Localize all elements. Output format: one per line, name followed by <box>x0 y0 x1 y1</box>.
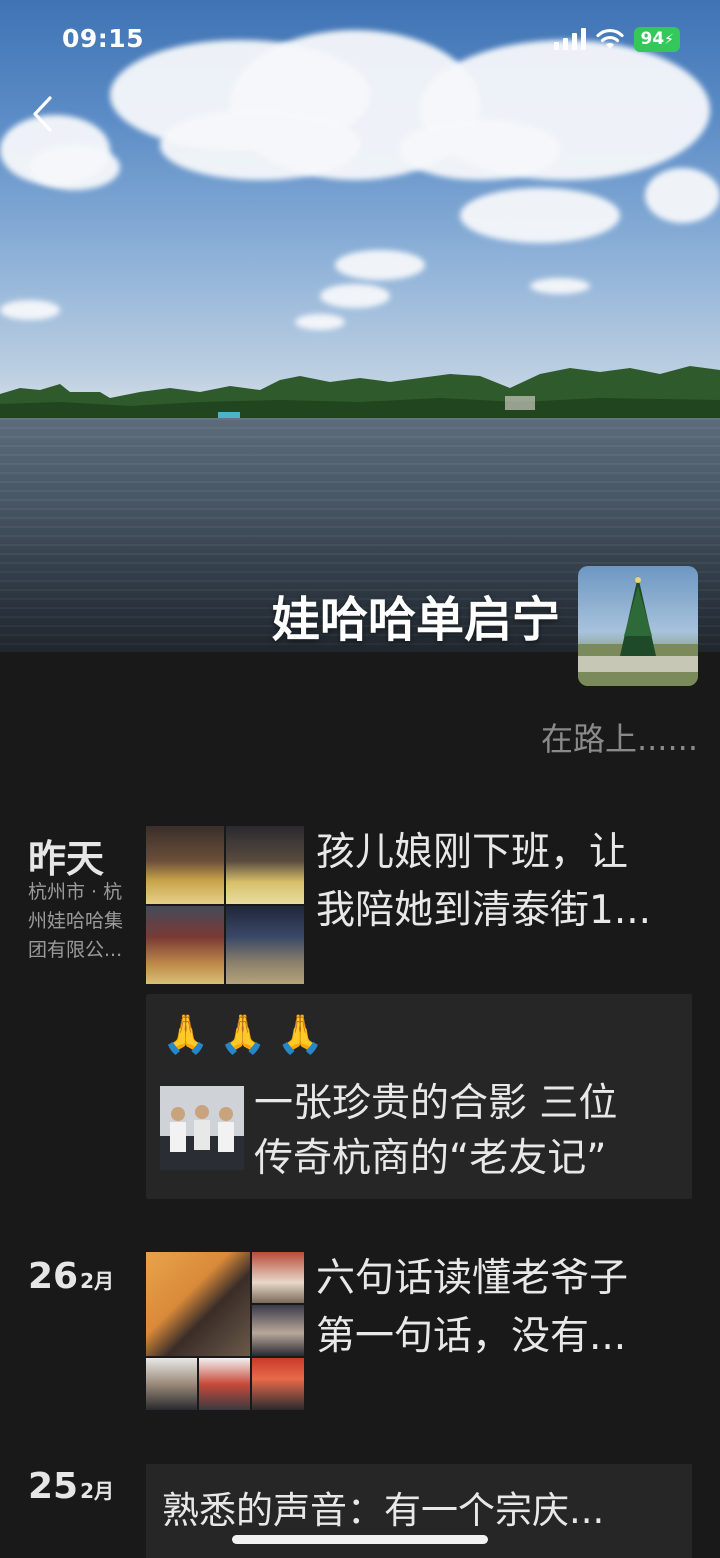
status-icons: 94⚡ <box>554 25 680 53</box>
signal-icon <box>554 28 587 50</box>
status-time: 09:15 <box>62 24 145 53</box>
post-image[interactable] <box>146 906 224 984</box>
post-image[interactable] <box>226 826 304 904</box>
battery-icon: 94⚡ <box>634 26 680 52</box>
post-image[interactable] <box>146 1252 250 1356</box>
post-image[interactable] <box>146 1358 197 1410</box>
treeline <box>0 366 720 424</box>
post-date: 26 2月 <box>28 1256 115 1297</box>
home-indicator[interactable] <box>232 1535 488 1544</box>
post-image-grid[interactable] <box>146 1252 304 1410</box>
moments-page: 09:15 94⚡ 娃哈哈单启宁 在路上...... 昨天 杭州市 · 杭州娃哈… <box>0 0 720 1558</box>
back-chevron-icon <box>33 96 52 132</box>
post-image[interactable] <box>226 906 304 984</box>
post-text[interactable]: 孩儿娘刚下班，让 我陪她到清泰街1... <box>316 824 692 940</box>
post-image[interactable] <box>252 1358 304 1410</box>
battery-level: 94 <box>640 28 665 49</box>
profile-name: 娃哈哈单启宁 <box>271 592 560 648</box>
post-date: 昨天 <box>28 837 105 881</box>
back-button[interactable] <box>22 92 62 136</box>
avatar[interactable] <box>578 566 698 686</box>
article-thumbnail <box>160 1086 244 1170</box>
music-title: 熟悉的声音：有一个宗庆... <box>162 1489 605 1532</box>
folded-hands-emoji: 🙏 <box>276 1012 324 1056</box>
post-image-grid[interactable] <box>146 826 304 984</box>
post-location: 杭州市 · 杭州娃哈哈集团有限公... <box>28 881 124 961</box>
folded-hands-emoji: 🙏 <box>219 1012 267 1056</box>
post-image[interactable] <box>252 1252 304 1303</box>
post-image[interactable] <box>252 1305 304 1356</box>
post-text[interactable]: 六句话读懂老爷子 第一句话，没有... <box>316 1250 692 1366</box>
wifi-icon <box>596 28 625 49</box>
signature: 在路上...... <box>540 720 698 758</box>
post-date: 25 2月 <box>28 1466 115 1507</box>
article-title: 一张珍贵的合影 三位 传奇杭商的“老友记” <box>254 1081 618 1181</box>
shared-article-card[interactable]: 🙏 🙏 🙏 一张珍贵的合影 三位 传奇杭商的“老友记” <box>146 994 692 1199</box>
post-image[interactable] <box>199 1358 250 1410</box>
post-image[interactable] <box>146 826 224 904</box>
emoji-row: 🙏 🙏 🙏 <box>162 1012 324 1057</box>
cover-photo[interactable] <box>0 0 720 652</box>
folded-hands-emoji: 🙏 <box>162 1012 210 1056</box>
